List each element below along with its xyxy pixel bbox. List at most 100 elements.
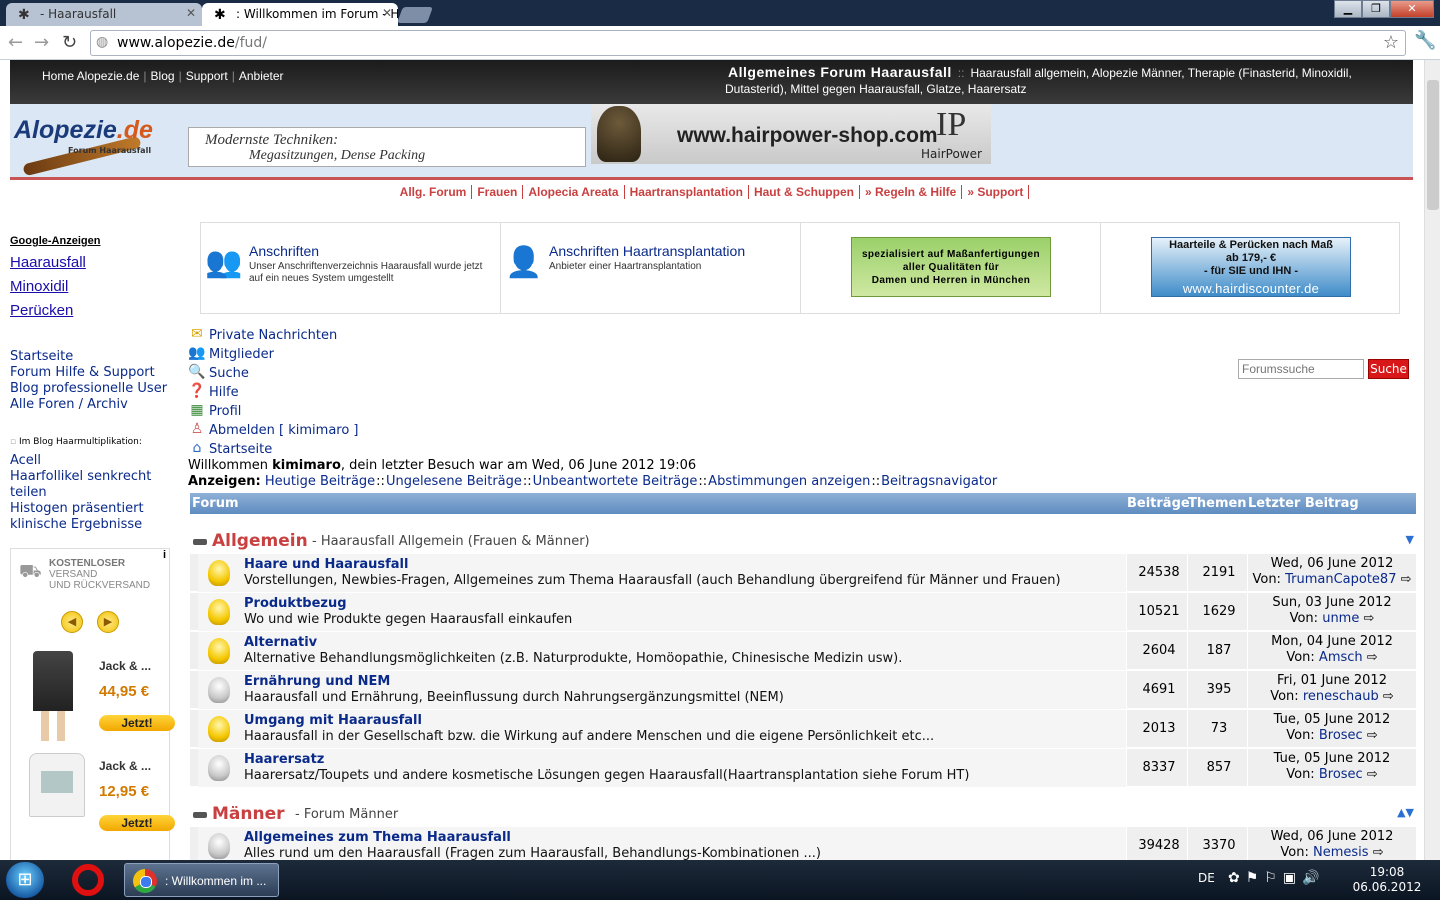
goto-post-icon[interactable]: ⇨ <box>1367 728 1378 743</box>
new-tab-button[interactable] <box>397 7 433 23</box>
scrollbar-thumb[interactable] <box>1427 80 1439 210</box>
forum-row[interactable]: Umgang mit Haarausfall Haarausfall in der… <box>190 710 1416 748</box>
last-post-user[interactable]: Brosec <box>1319 767 1363 782</box>
next-arrow-button[interactable]: ▶ <box>97 611 119 633</box>
browser-tab-haarausfall[interactable]: ✱ - Haarausfall ✕ <box>6 3 202 26</box>
info-icon[interactable]: i <box>163 549 166 561</box>
menu-profile[interactable]: ▦ Profil <box>188 402 359 421</box>
language-indicator[interactable]: DE <box>1198 871 1215 885</box>
left-link-alle-foren[interactable]: Alle Foren / Archiv <box>10 397 167 413</box>
forum-title[interactable]: Produktbezug <box>244 596 347 611</box>
last-post-user[interactable]: Nemesis <box>1313 845 1369 860</box>
catnav-support[interactable]: » Support <box>962 185 1030 199</box>
forum-title[interactable]: Umgang mit Haarausfall <box>244 713 422 728</box>
link-unread-posts[interactable]: Ungelesene Beiträge <box>386 474 522 489</box>
forum-row[interactable]: Produktbezug Wo und wie Produkte gegen Ha… <box>190 593 1416 631</box>
link-post-navigator[interactable]: Beitragsnavigator <box>881 474 997 489</box>
forum-title[interactable]: Allgemeines zum Thema Haarausfall <box>244 830 511 845</box>
ad-anschriften-ht[interactable]: 👤 Anschriften Haartransplantation Anbiet… <box>501 223 801 313</box>
goto-post-icon[interactable]: ⇨ <box>1363 611 1374 626</box>
minimize-button[interactable]: ▁ <box>1334 0 1362 18</box>
menu-search[interactable]: 🔍 Suche <box>188 364 359 383</box>
ad-hairdiscounter[interactable]: Haarteile & Perücken nach Maß ab 179,- € -… <box>1101 223 1401 313</box>
forum-title[interactable]: Haarersatz <box>244 752 324 767</box>
forum-row[interactable]: Haarersatz Haarersatz/Toupets und andere … <box>190 749 1416 787</box>
green-banner[interactable]: spezialisiert auf Maßanfertigungen aller … <box>851 237 1051 297</box>
last-post-user[interactable]: Amsch <box>1319 650 1363 665</box>
catnav-haartransplantation[interactable]: Haartransplantation <box>625 185 749 199</box>
gad-haarausfall[interactable]: Haarausfall <box>10 254 180 271</box>
bookmark-star-icon[interactable]: ☆ <box>1383 32 1399 53</box>
system-tray-icons[interactable]: ✿⚑⚐▣🔊 <box>1228 870 1326 886</box>
start-button[interactable]: ⊞ <box>6 862 44 898</box>
taskbar-chrome-window[interactable]: : Willkommen im ... <box>124 863 279 897</box>
goto-post-icon[interactable]: ⇨ <box>1373 845 1384 860</box>
forum-row[interactable]: Haare und Haarausfall Vorstellungen, Newb… <box>190 554 1416 592</box>
nav-anbieter[interactable]: Anbieter <box>239 69 284 83</box>
left-link-blog[interactable]: Blog professionelle User <box>10 381 167 397</box>
blog-link-acell[interactable]: Acell <box>10 453 170 469</box>
collapse-icon[interactable] <box>193 812 207 818</box>
ad-anschriften[interactable]: 👥 Anschriften Unser Anschriftenverzeichn… <box>201 223 501 313</box>
blog-link-haarfollikel[interactable]: Haarfollikel senkrecht teilen <box>10 469 170 501</box>
wrench-icon[interactable]: 🔧 <box>1414 30 1436 51</box>
category-name[interactable]: Männer <box>212 804 285 824</box>
last-post-user[interactable]: TrumanCapote87 <box>1285 572 1396 587</box>
ad-title[interactable]: Anschriften Haartransplantation <box>549 243 745 259</box>
expand-collapse-arrows-icon[interactable]: ▲▼ <box>1397 806 1414 819</box>
nav-blog[interactable]: Blog <box>151 69 175 83</box>
catnav-haut-schuppen[interactable]: Haut & Schuppen <box>749 185 860 199</box>
banner-ad-techniques[interactable]: Modernste Techniken: Megasitzungen, Dens… <box>188 127 586 167</box>
blue-banner[interactable]: Haarteile & Perücken nach Maß ab 179,- € -… <box>1151 237 1351 297</box>
goto-post-icon[interactable]: ⇨ <box>1383 689 1394 704</box>
forum-title[interactable]: Haare und Haarausfall <box>244 557 408 572</box>
nav-home[interactable]: Home Alopezie.de <box>42 69 139 83</box>
site-logo[interactable]: Alopezie.de Forum Haarausfall <box>12 112 182 177</box>
menu-private-messages[interactable]: ✉ Private Nachrichten <box>188 326 359 345</box>
banner-ad-hairpower[interactable]: www.hairpower-shop.com IP HairPower <box>591 104 991 164</box>
forum-row[interactable]: Alternativ Alternative Behandlungsmöglich… <box>190 632 1416 670</box>
menu-logout[interactable]: ♙ Abmelden [ kimimaro ] <box>188 421 359 440</box>
catnav-frauen[interactable]: Frauen <box>472 185 524 199</box>
address-bar[interactable]: ◍ www.alopezie.de/fud/ ☆ <box>90 30 1406 56</box>
product-item[interactable]: Jack & ... 44,95 € Jetzt! <box>19 647 175 747</box>
prev-arrow-button[interactable]: ◀ <box>61 611 83 633</box>
nav-support[interactable]: Support <box>186 69 228 83</box>
menu-help[interactable]: ❓ Hilfe <box>188 383 359 402</box>
browser-tab-forum[interactable]: ✱ : Willkommen im Forum - H ✕ <box>202 3 398 26</box>
menu-members[interactable]: 👥 Mitglieder <box>188 345 359 364</box>
collapse-icon[interactable] <box>193 539 207 545</box>
catnav-regeln-hilfe[interactable]: » Regeln & Hilfe <box>860 185 963 199</box>
close-window-button[interactable]: ✕ <box>1390 0 1434 18</box>
goto-post-icon[interactable]: ⇨ <box>1401 572 1412 587</box>
catnav-alopecia-areata[interactable]: Alopecia Areata <box>523 185 625 199</box>
last-post-user[interactable]: Brosec <box>1319 728 1363 743</box>
maximize-button[interactable]: ❐ <box>1362 0 1390 18</box>
reload-icon[interactable]: ↻ <box>62 32 77 53</box>
close-tab-icon[interactable]: ✕ <box>186 6 196 20</box>
collapse-arrow-icon[interactable]: ▼ <box>1406 533 1414 546</box>
link-todays-posts[interactable]: Heutige Beiträge <box>265 474 375 489</box>
goto-post-icon[interactable]: ⇨ <box>1367 767 1378 782</box>
left-link-forum-hilfe[interactable]: Forum Hilfe & Support <box>10 365 167 381</box>
blog-link-histogen[interactable]: Histogen präsentiert klinische Ergebniss… <box>10 501 170 533</box>
last-post-user[interactable]: unme <box>1322 611 1359 626</box>
ad-massanfertigung[interactable]: spezialisiert auf Maßanfertigungen aller … <box>801 223 1101 313</box>
menu-home[interactable]: ⌂ Startseite <box>188 440 359 459</box>
gad-minoxidil[interactable]: Minoxidil <box>10 278 180 295</box>
last-post-user[interactable]: reneschaub <box>1303 689 1379 704</box>
forum-row[interactable]: Ernährung und NEM Haarausfall und Ernähru… <box>190 671 1416 709</box>
forum-title[interactable]: Alternativ <box>244 635 317 650</box>
category-name[interactable]: Allgemein <box>212 531 308 551</box>
gad-peruecken[interactable]: Perücken <box>10 302 180 319</box>
back-icon[interactable]: ← <box>8 32 23 53</box>
search-button[interactable]: Suche <box>1368 359 1409 379</box>
clock[interactable]: 19:08 06.06.2012 <box>1352 865 1422 895</box>
forum-title[interactable]: Ernährung und NEM <box>244 674 390 689</box>
close-tab-icon[interactable]: ✕ <box>382 6 392 20</box>
page-scrollbar[interactable] <box>1424 60 1440 860</box>
link-unanswered-posts[interactable]: Unbeantwortete Beiträge <box>533 474 698 489</box>
catnav-allg-forum[interactable]: Allg. Forum <box>395 185 473 199</box>
left-link-startseite[interactable]: Startseite <box>10 349 167 365</box>
forum-row[interactable]: Allgemeines zum Thema Haarausfall Alles r… <box>190 827 1416 860</box>
